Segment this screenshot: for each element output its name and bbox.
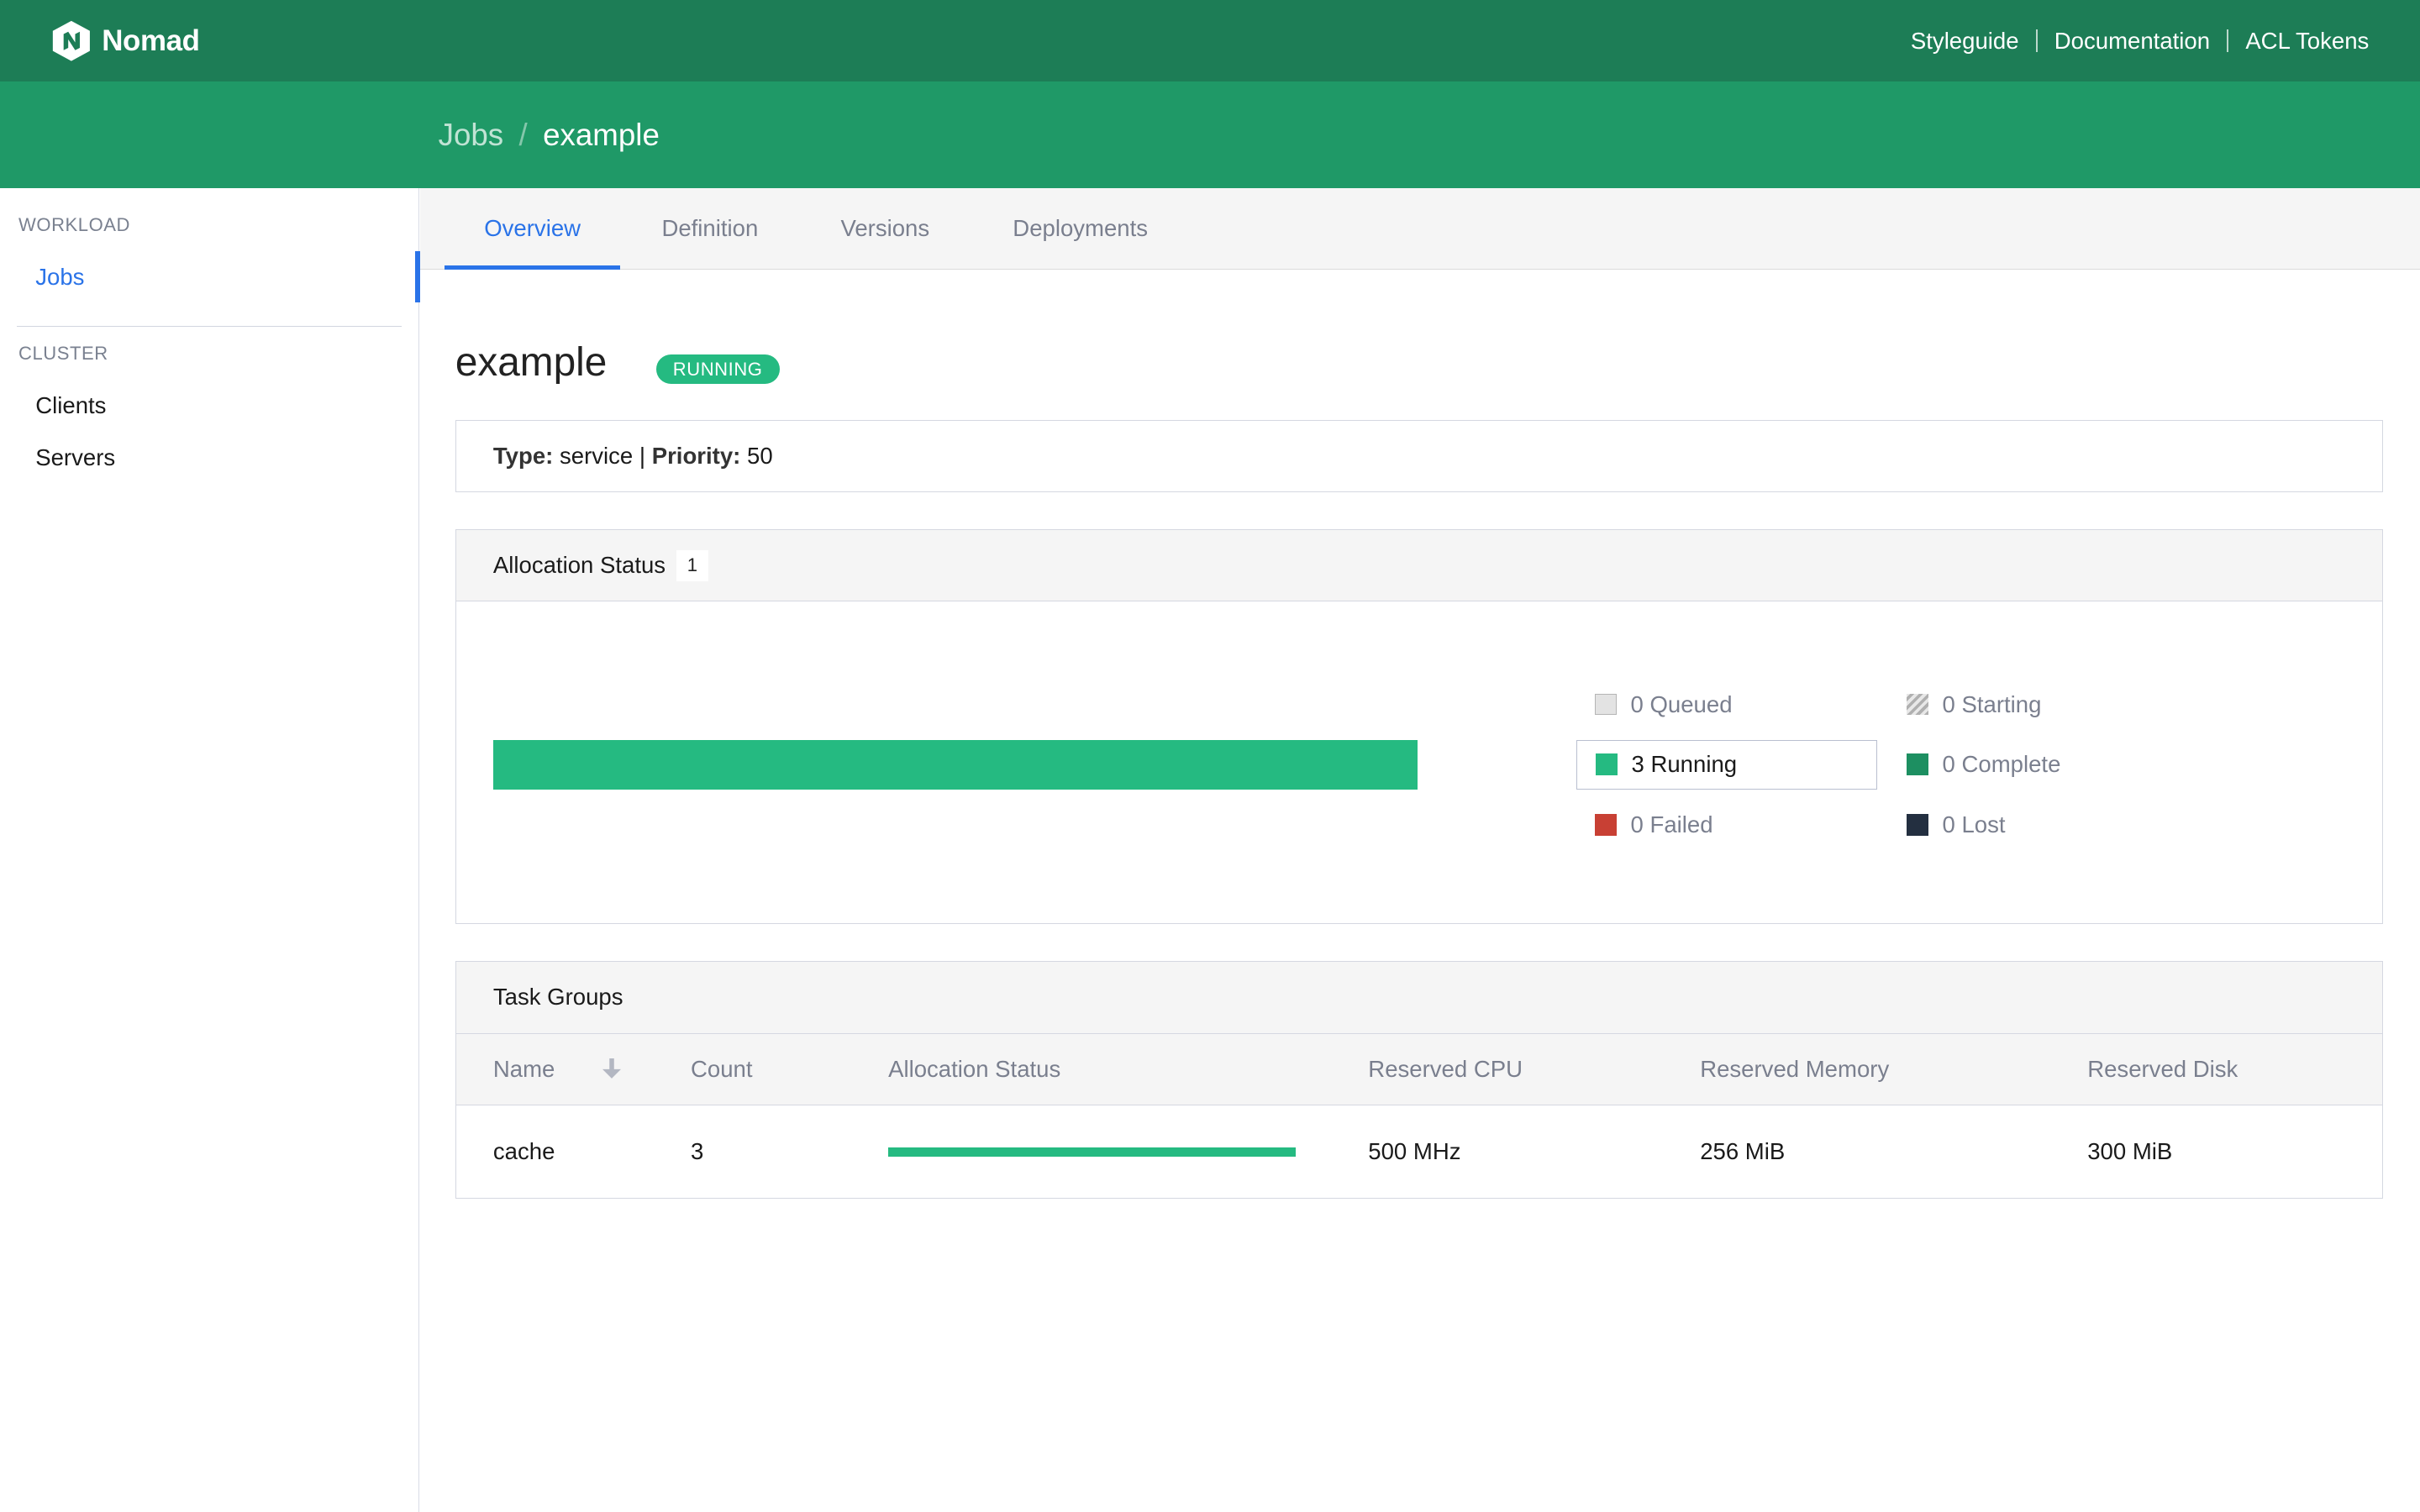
task-group-cpu: 500 MHz — [1368, 1138, 1461, 1165]
breadcrumb-jobs[interactable]: Jobs — [439, 118, 504, 153]
nav-divider — [2227, 29, 2229, 53]
column-header-reserved-memory[interactable]: Reserved Memory — [1700, 1034, 1889, 1105]
tab-versions[interactable]: Versions — [821, 188, 949, 269]
legend-starting[interactable]: 0 Starting — [1907, 680, 2041, 729]
app-root: Nomad Styleguide Documentation ACL Token… — [0, 0, 2420, 1512]
task-group-memory: 256 MiB — [1700, 1138, 1786, 1165]
allocation-status-header: Allocation Status 1 — [455, 529, 2382, 602]
tab-definition[interactable]: Definition — [634, 188, 786, 269]
nomad-logo-icon — [52, 20, 90, 61]
task-groups-box: Task Groups Name Count Allocation Status… — [455, 961, 2383, 1200]
nav-divider — [2035, 29, 2038, 53]
job-meta: Type: service | Priority: 50 — [493, 443, 773, 470]
allocation-status-title: Allocation Status — [492, 552, 666, 579]
status-badge: RUNNING — [655, 354, 780, 385]
legend-running[interactable]: 3 Running — [1576, 739, 1878, 790]
sidebar-item-clients[interactable]: Clients — [35, 392, 106, 419]
legend-label-lost: 0 Lost — [1942, 811, 2006, 837]
legend-swatch-starting — [1907, 693, 1928, 716]
legend-label-queued: 0 Queued — [1630, 690, 1733, 717]
column-header-name[interactable]: Name — [492, 1034, 622, 1105]
legend-swatch-queued — [1595, 693, 1617, 716]
column-header-reserved-disk[interactable]: Reserved Disk — [2087, 1034, 2238, 1105]
legend-lost[interactable]: 0 Lost — [1907, 800, 2006, 849]
breadcrumb-current: example — [543, 117, 660, 152]
task-groups-title: Task Groups — [492, 984, 623, 1011]
sidebar: WORKLOAD Jobs CLUSTER Clients Servers — [0, 188, 420, 1512]
page-title: example — [455, 340, 608, 386]
menu-divider — [17, 325, 402, 328]
type-label: Type: — [492, 442, 554, 469]
job-meta-box: Type: service | Priority: 50 — [455, 419, 2383, 493]
sidebar-item-servers[interactable]: Servers — [35, 444, 115, 471]
sort-desc-icon — [602, 1058, 622, 1079]
sidebar-item-jobs[interactable]: Jobs — [35, 264, 84, 291]
legend-swatch-failed — [1595, 813, 1617, 836]
tab-overview[interactable]: Overview — [444, 188, 621, 270]
column-header-allocation-status[interactable]: Allocation Status — [888, 1034, 1060, 1105]
nav-link-documentation[interactable]: Documentation — [2054, 28, 2210, 55]
task-group-count: 3 — [690, 1138, 704, 1165]
meta-separator: | — [639, 442, 646, 469]
breadcrumb: Jobs / example — [439, 118, 660, 153]
nav-link-styleguide[interactable]: Styleguide — [1911, 28, 2019, 55]
column-header-count[interactable]: Count — [691, 1034, 753, 1105]
legend-label-running: 3 Running — [1631, 751, 1738, 778]
allocation-status-box: Allocation Status 1 0 Queued 0 Starting … — [455, 528, 2383, 925]
top-links: Styleguide Documentation ACL Tokens — [1911, 0, 2369, 81]
type-value: service — [559, 442, 634, 469]
priority-label: Priority: — [651, 442, 741, 469]
nav-link-acl-tokens[interactable]: ACL Tokens — [2245, 28, 2369, 55]
task-groups-header: Task Groups — [455, 962, 2382, 1034]
allocation-count-badge: 1 — [676, 549, 708, 581]
legend-swatch-complete — [1907, 753, 1928, 775]
legend-queued[interactable]: 0 Queued — [1595, 680, 1733, 729]
tab-bar: Overview Definition Versions Deployments — [419, 188, 2420, 270]
menu-label-cluster: CLUSTER — [18, 342, 108, 364]
allocation-status-bar[interactable] — [492, 739, 1418, 790]
menu-label-workload: WORKLOAD — [18, 214, 130, 236]
legend-swatch-running — [1596, 753, 1618, 775]
legend-swatch-lost — [1907, 813, 1928, 836]
legend-failed[interactable]: 0 Failed — [1595, 800, 1713, 849]
legend-label-complete: 0 Complete — [1942, 751, 2061, 778]
legend-label-starting: 0 Starting — [1942, 690, 2042, 717]
task-group-allocation-bar — [888, 1147, 1296, 1157]
priority-value: 50 — [747, 442, 773, 469]
legend-label-failed: 0 Failed — [1630, 811, 1713, 837]
column-header-name-label: Name — [492, 1055, 555, 1082]
top-nav: Nomad Styleguide Documentation ACL Token… — [0, 0, 2420, 82]
task-groups-table-header: Name Count Allocation Status Reserved CP… — [455, 1033, 2382, 1106]
task-group-disk: 300 MiB — [2087, 1138, 2173, 1165]
tab-deployments[interactable]: Deployments — [991, 188, 1170, 269]
brand[interactable]: Nomad — [51, 19, 200, 62]
column-header-reserved-cpu[interactable]: Reserved CPU — [1368, 1034, 1523, 1105]
table-row[interactable]: cache 3 500 MHz 256 MiB 300 MiB — [456, 1105, 2382, 1198]
task-group-name[interactable]: cache — [493, 1105, 555, 1198]
brand-name: Nomad — [102, 24, 200, 57]
breadcrumb-separator: / — [518, 117, 528, 152]
sub-header: Jobs / example — [0, 81, 2420, 189]
legend-complete[interactable]: 0 Complete — [1907, 740, 2060, 790]
